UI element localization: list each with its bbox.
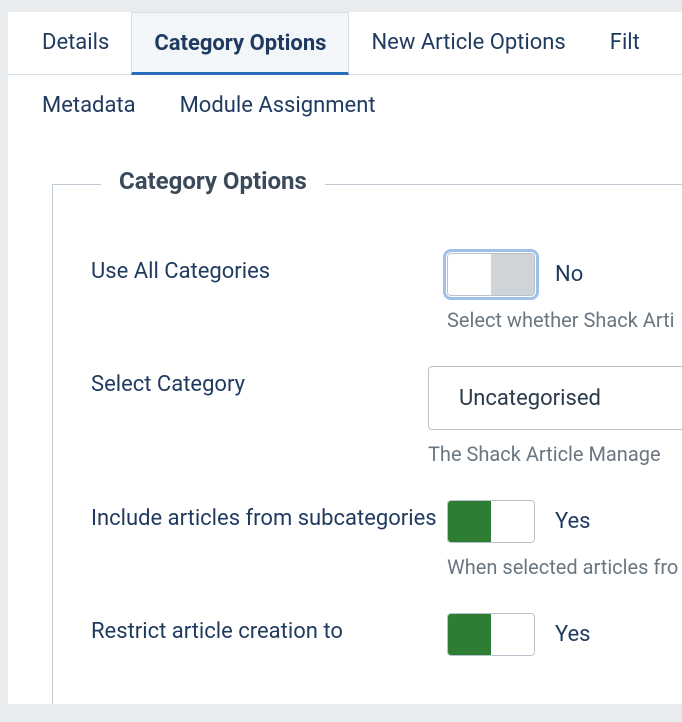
toggle-half-off [491, 501, 534, 542]
tab-new-article-options[interactable]: New Article Options [349, 12, 587, 74]
row-select-category: Select Category Uncategorised The Shack … [53, 332, 682, 466]
select-category-dropdown[interactable]: Uncategorised [428, 366, 682, 430]
toggle-half-on [448, 614, 491, 655]
fieldset-legend: Category Options [101, 167, 325, 195]
settings-panel: Details Category Options New Article Opt… [8, 12, 682, 704]
toggle-wrap: Yes [447, 500, 682, 543]
tab-metadata[interactable]: Metadata [20, 75, 158, 134]
toggle-half-on [448, 501, 491, 542]
toggle-value-include-subcats: Yes [555, 509, 591, 534]
help-select-category: The Shack Article Manage [428, 442, 682, 466]
tab-module-assignment[interactable]: Module Assignment [158, 75, 398, 134]
toggle-wrap: No [447, 253, 682, 296]
fieldset-container: Category Options Use All Categories No S… [8, 134, 682, 704]
label-use-all-categories: Use All Categories [91, 253, 447, 284]
select-category-value: Uncategorised [459, 386, 601, 411]
toggle-value-use-all: No [555, 262, 583, 287]
help-use-all-categories: Select whether Shack Arti [447, 308, 682, 332]
toggle-use-all-categories[interactable] [447, 253, 535, 296]
label-include-subcategories: Include articles from subcategories [91, 500, 447, 531]
label-select-category: Select Category [91, 366, 428, 397]
row-use-all-categories: Use All Categories No Select whether Sha… [53, 185, 682, 332]
label-restrict-creation: Restrict article creation to [91, 613, 447, 644]
help-include-subcategories: When selected articles fro [447, 555, 682, 579]
tab-details[interactable]: Details [20, 12, 131, 74]
toggle-half-on [491, 254, 534, 295]
tabs-secondary: Metadata Module Assignment [8, 75, 682, 134]
toggle-restrict-creation[interactable] [447, 613, 535, 656]
tab-category-options[interactable]: Category Options [131, 12, 349, 75]
toggle-wrap: Yes [447, 613, 682, 656]
row-include-subcategories: Include articles from subcategories Yes … [53, 466, 682, 579]
control-use-all-categories: No Select whether Shack Arti [447, 253, 682, 332]
control-include-subcategories: Yes When selected articles fro [447, 500, 682, 579]
tabs-primary: Details Category Options New Article Opt… [8, 12, 682, 75]
category-options-fieldset: Category Options Use All Categories No S… [52, 184, 682, 704]
control-select-category: Uncategorised The Shack Article Manage [428, 366, 682, 466]
tab-filtering[interactable]: Filt [588, 12, 662, 74]
control-restrict-creation: Yes [447, 613, 682, 656]
toggle-half-off [491, 614, 534, 655]
toggle-include-subcategories[interactable] [447, 500, 535, 543]
toggle-half-off [448, 254, 491, 295]
toggle-value-restrict-creation: Yes [555, 622, 591, 647]
row-restrict-creation: Restrict article creation to Yes [53, 579, 682, 656]
